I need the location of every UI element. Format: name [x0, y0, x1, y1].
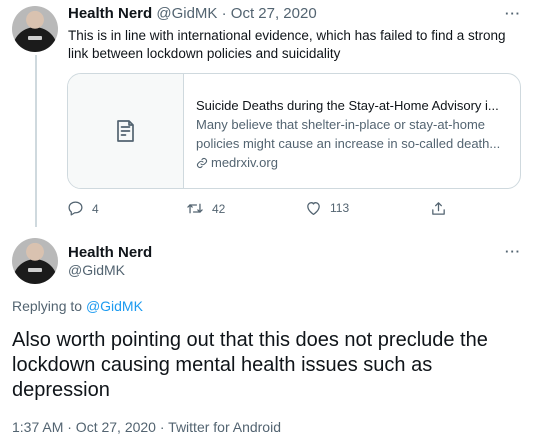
reply-count: 4 [92, 201, 99, 216]
separator: · [221, 5, 227, 22]
retweet-button[interactable]: 42 [186, 200, 225, 217]
more-options-icon[interactable]: ··· [505, 6, 521, 21]
replying-prefix: Replying to [12, 298, 83, 314]
card-description: Many believe that shelter-in-place or st… [196, 117, 501, 151]
document-icon [116, 120, 134, 142]
share-icon [432, 202, 445, 215]
card-domain-text: medrxiv.org [211, 155, 278, 170]
display-name[interactable]: Health Nerd [68, 244, 152, 261]
handle[interactable]: @GidMK [156, 5, 217, 22]
retweet-count: 42 [212, 201, 226, 216]
handle[interactable]: @GidMK [68, 262, 125, 278]
card-domain: medrxiv.org [196, 153, 514, 172]
thread-connector-line [35, 55, 37, 227]
tweet-header: Health Nerd @GidMK · Oct 27, 2020 [68, 5, 317, 22]
replying-to: Replying to @GidMK [12, 298, 143, 314]
avatar[interactable] [12, 6, 58, 52]
tweet-text: This is in line with international evide… [68, 28, 506, 61]
retweet-icon [187, 203, 203, 214]
tweet-text: Also worth pointing out that this does n… [12, 329, 488, 401]
link-icon [196, 157, 208, 168]
tweet-timestamp[interactable]: 1:37 AM · Oct 27, 2020 · Twitter for And… [12, 419, 281, 435]
display-name[interactable]: Health Nerd [68, 5, 152, 22]
like-button[interactable]: 113 [305, 200, 349, 216]
card-title: Suicide Deaths during the Stay-at-Home A… [196, 98, 499, 113]
share-button[interactable] [430, 200, 447, 217]
card-media [68, 74, 184, 188]
replying-to-link[interactable]: @GidMK [86, 298, 143, 314]
reply-button[interactable]: 4 [67, 200, 99, 217]
heart-icon [307, 202, 320, 216]
tweet-date[interactable]: Oct 27, 2020 [231, 5, 317, 22]
card-body: Suicide Deaths during the Stay-at-Home A… [196, 96, 514, 172]
tweet-actions: 4 42 113 [67, 200, 467, 222]
more-options-icon[interactable]: ··· [505, 244, 521, 259]
reply-icon [68, 201, 83, 216]
link-card[interactable]: Suicide Deaths during the Stay-at-Home A… [67, 73, 521, 189]
like-count: 113 [330, 201, 350, 215]
avatar[interactable] [12, 238, 58, 284]
